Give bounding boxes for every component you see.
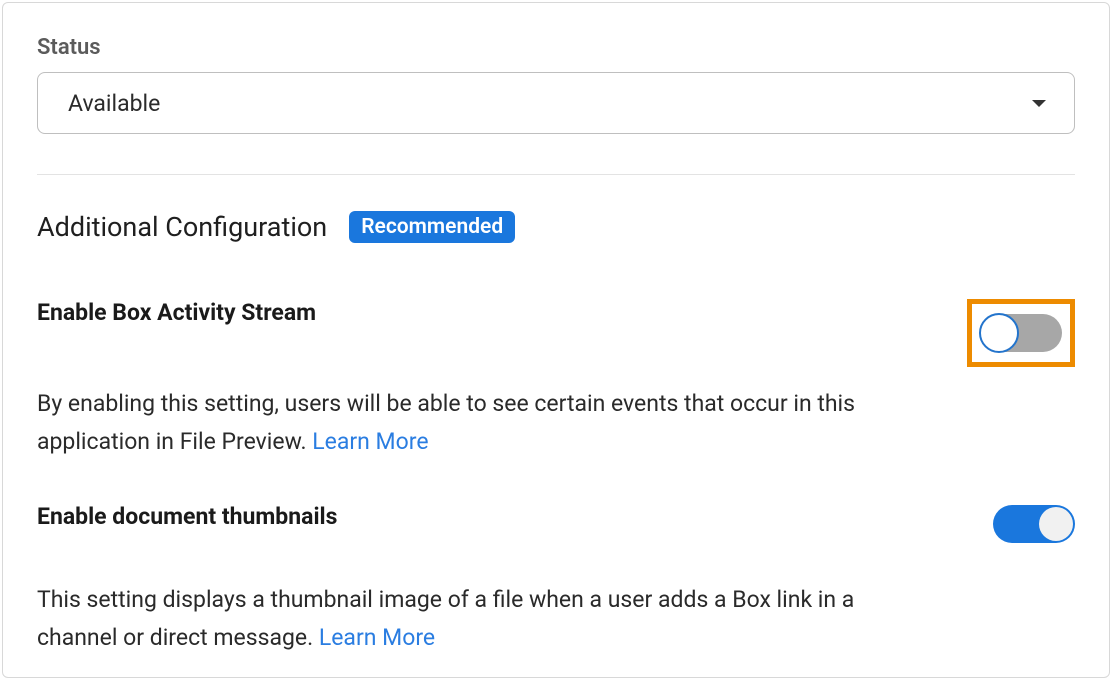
activity-stream-learn-more-link[interactable]: Learn More bbox=[312, 428, 428, 455]
recommended-badge: Recommended bbox=[349, 211, 515, 243]
settings-panel: Status Available Additional Configuratio… bbox=[2, 2, 1110, 678]
doc-thumbnails-desc-text: This setting displays a thumbnail image … bbox=[37, 586, 854, 651]
divider bbox=[37, 174, 1075, 175]
activity-stream-desc-text: By enabling this setting, users will be … bbox=[37, 390, 855, 455]
status-dropdown[interactable]: Available bbox=[37, 72, 1075, 134]
activity-stream-desc: By enabling this setting, users will be … bbox=[37, 385, 917, 461]
status-selected-value: Available bbox=[68, 90, 160, 117]
doc-thumbnails-toggle-wrap bbox=[993, 503, 1075, 543]
activity-stream-title: Enable Box Activity Stream bbox=[37, 299, 316, 326]
activity-stream-toggle-highlight bbox=[967, 299, 1075, 367]
activity-stream-row: Enable Box Activity Stream bbox=[37, 299, 1075, 367]
section-header: Additional Configuration Recommended bbox=[37, 211, 1075, 243]
toggle-knob bbox=[1039, 507, 1073, 541]
section-title: Additional Configuration bbox=[37, 211, 327, 243]
doc-thumbnails-learn-more-link[interactable]: Learn More bbox=[319, 624, 435, 651]
doc-thumbnails-title: Enable document thumbnails bbox=[37, 503, 337, 530]
status-label: Status bbox=[37, 35, 1075, 60]
activity-stream-toggle[interactable] bbox=[980, 314, 1062, 352]
caret-down-icon bbox=[1032, 100, 1046, 107]
toggle-knob bbox=[979, 313, 1019, 353]
doc-thumbnails-desc: This setting displays a thumbnail image … bbox=[37, 581, 917, 657]
doc-thumbnails-row: Enable document thumbnails bbox=[37, 503, 1075, 543]
doc-thumbnails-toggle[interactable] bbox=[993, 505, 1075, 543]
